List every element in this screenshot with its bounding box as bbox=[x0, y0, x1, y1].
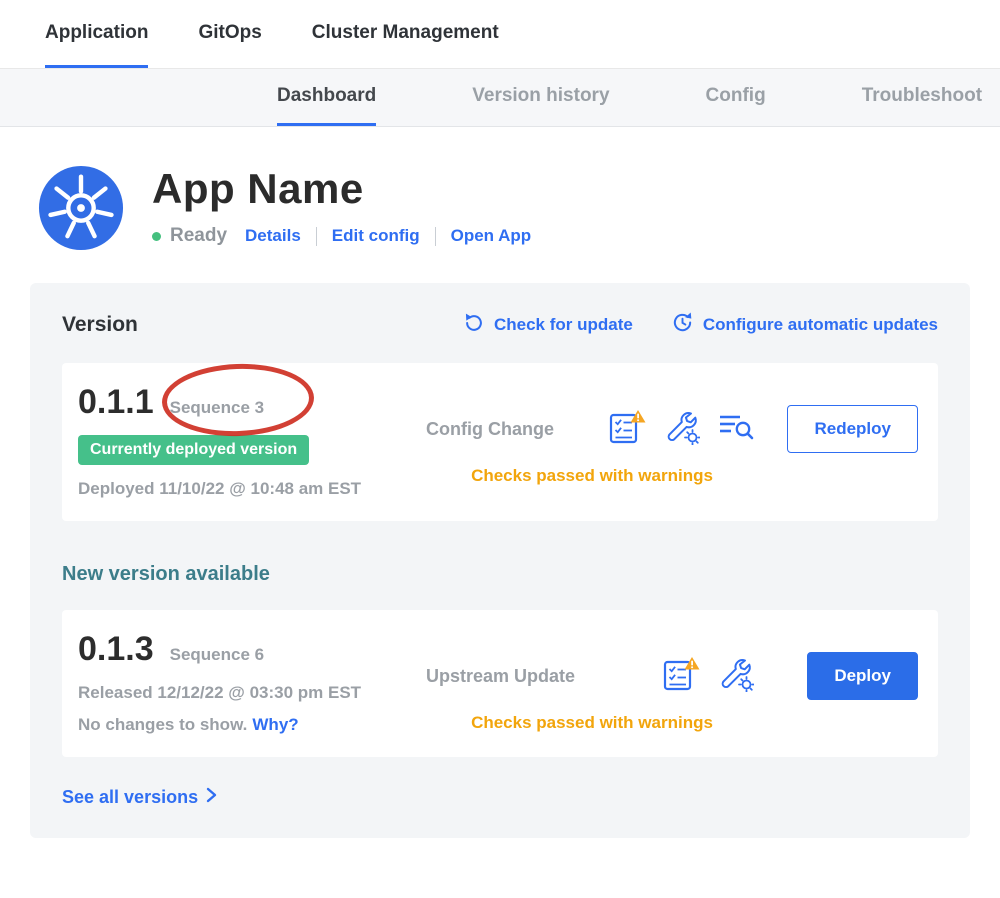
change-type-label: Config Change bbox=[426, 419, 554, 440]
configure-auto-updates-link[interactable]: Configure automatic updates bbox=[671, 311, 938, 339]
version-panel-actions: Check for update Configure automatic upd… bbox=[463, 311, 938, 339]
check-icons-row bbox=[662, 656, 754, 697]
tab-dashboard[interactable]: Dashboard bbox=[277, 69, 376, 126]
top-nav-item-application[interactable]: Application bbox=[45, 0, 148, 68]
top-nav: Application GitOps Cluster Management bbox=[0, 0, 1000, 69]
current-version-line: 0.1.1 Sequence 3 bbox=[78, 383, 416, 422]
checklist-warning-icon[interactable] bbox=[608, 409, 646, 450]
top-nav-item-gitops[interactable]: GitOps bbox=[198, 0, 261, 68]
status-row: Ready Details Edit config Open App bbox=[152, 225, 531, 247]
no-changes-text: No changes to show. bbox=[78, 715, 247, 734]
deploy-button[interactable]: Deploy bbox=[807, 652, 918, 700]
new-version-card: 0.1.3 Sequence 6 Released 12/12/22 @ 03:… bbox=[62, 610, 938, 757]
currently-deployed-badge: Currently deployed version bbox=[78, 435, 309, 465]
current-version-info: 0.1.1 Sequence 3 Currently deployed vers… bbox=[78, 383, 416, 499]
current-version-card: 0.1.1 Sequence 3 Currently deployed vers… bbox=[62, 363, 938, 521]
app-header-text: App Name Ready Details Edit config Open … bbox=[152, 165, 531, 251]
see-all-versions-link[interactable]: See all versions bbox=[62, 787, 938, 808]
new-version-action: Deploy bbox=[768, 630, 918, 735]
see-all-versions-label: See all versions bbox=[62, 787, 198, 808]
preflight-search-icon[interactable] bbox=[718, 411, 754, 448]
open-app-link[interactable]: Open App bbox=[451, 226, 532, 246]
edit-config-link[interactable]: Edit config bbox=[332, 226, 420, 246]
deployed-timestamp: Deployed 11/10/22 @ 10:48 am EST bbox=[78, 479, 416, 499]
released-timestamp: Released 12/12/22 @ 03:30 pm EST bbox=[78, 683, 416, 703]
why-link[interactable]: Why? bbox=[252, 715, 298, 734]
status-dot-icon bbox=[152, 232, 161, 241]
details-link[interactable]: Details bbox=[245, 226, 301, 246]
app-header: App Name Ready Details Edit config Open … bbox=[0, 127, 1000, 251]
new-version-sequence: Sequence 6 bbox=[170, 645, 265, 665]
check-for-update-link[interactable]: Check for update bbox=[463, 311, 633, 339]
check-icons-row bbox=[608, 409, 754, 450]
change-type-label: Upstream Update bbox=[426, 666, 575, 687]
auto-update-icon bbox=[671, 311, 694, 339]
new-version-number: 0.1.3 bbox=[78, 630, 154, 669]
tab-version-history[interactable]: Version history bbox=[472, 69, 609, 126]
configure-auto-updates-label: Configure automatic updates bbox=[703, 315, 938, 335]
kubernetes-logo-icon bbox=[38, 165, 124, 251]
version-panel-header: Version Check for update bbox=[62, 311, 938, 339]
status-badge: Ready bbox=[170, 225, 227, 247]
redeploy-button[interactable]: Redeploy bbox=[787, 405, 918, 453]
page-title: App Name bbox=[152, 165, 531, 213]
new-version-info: 0.1.3 Sequence 6 Released 12/12/22 @ 03:… bbox=[78, 630, 416, 735]
wrench-gear-icon[interactable] bbox=[718, 656, 754, 697]
chevron-right-icon bbox=[205, 787, 217, 808]
new-version-heading: New version available bbox=[62, 563, 938, 586]
current-version-sequence: Sequence 3 bbox=[170, 398, 265, 418]
tab-config[interactable]: Config bbox=[706, 69, 766, 126]
tab-troubleshoot[interactable]: Troubleshoot bbox=[862, 69, 982, 126]
version-section-title: Version bbox=[62, 313, 138, 337]
current-version-middle: Config Change bbox=[416, 383, 768, 499]
checks-warning-text: Checks passed with warnings bbox=[416, 466, 768, 486]
link-divider bbox=[435, 227, 436, 246]
current-version-number: 0.1.1 bbox=[78, 383, 154, 422]
checks-warning-text: Checks passed with warnings bbox=[416, 713, 768, 733]
refresh-icon bbox=[463, 312, 485, 339]
sub-nav: Dashboard Version history Config Trouble… bbox=[0, 69, 1000, 127]
wrench-gear-icon[interactable] bbox=[664, 409, 700, 450]
new-version-line: 0.1.3 Sequence 6 bbox=[78, 630, 416, 669]
version-panel: Version Check for update bbox=[30, 283, 970, 838]
new-version-middle: Upstream Update bbox=[416, 630, 768, 735]
check-for-update-label: Check for update bbox=[494, 315, 633, 335]
checklist-warning-icon[interactable] bbox=[662, 656, 700, 697]
no-changes-row: No changes to show. Why? bbox=[78, 715, 416, 735]
link-divider bbox=[316, 227, 317, 246]
current-version-action: Redeploy bbox=[768, 383, 918, 499]
top-nav-item-cluster-management[interactable]: Cluster Management bbox=[312, 0, 499, 68]
